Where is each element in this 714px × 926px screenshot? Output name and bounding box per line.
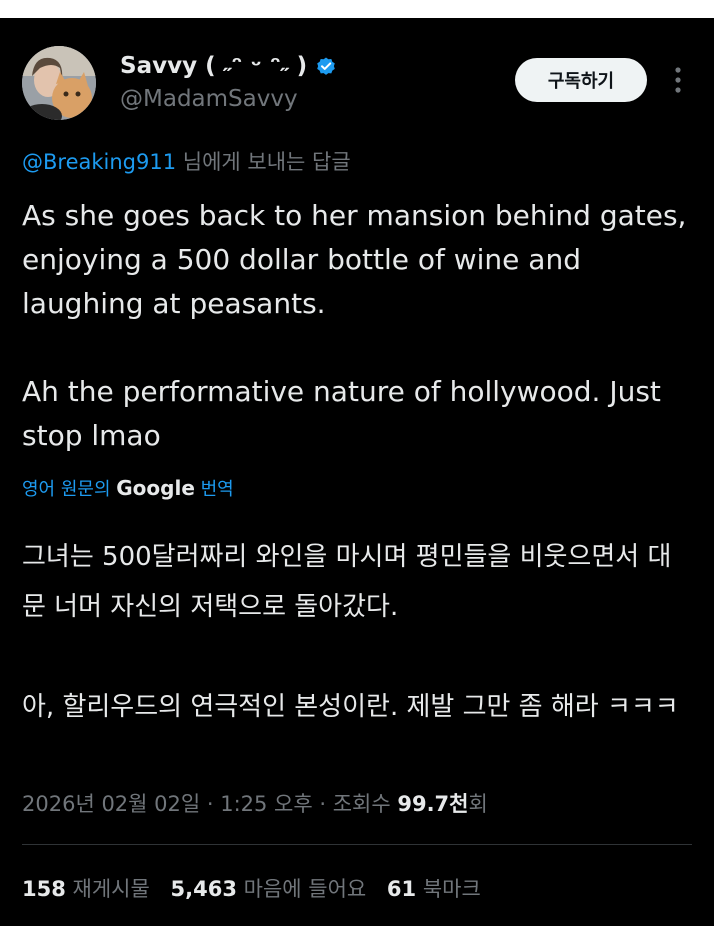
bookmarks-label: 북마크 [422, 877, 481, 901]
likes-stat[interactable]: 5,463 마음에 들어요 [171, 877, 367, 901]
subscribe-button[interactable]: 구독하기 [515, 58, 647, 102]
more-options-icon[interactable] [668, 62, 688, 98]
translated-text: 그녀는 500달러짜리 와인을 마시며 평민들을 비웃으면서 대문 너머 자신의… [22, 542, 679, 722]
divider [22, 844, 692, 845]
translation-attribution[interactable]: 영어 원문의 Google 번역 [22, 475, 234, 501]
translation-suffix: 번역 [194, 479, 234, 500]
replying-to-line: @Breaking911 님에게 보내는 답글 [22, 146, 351, 176]
likes-count: 5,463 [170, 877, 237, 901]
view-count-suffix: 회 [468, 792, 488, 816]
view-count: 99.7천 [397, 792, 469, 816]
google-logo-text: Google [116, 476, 195, 500]
tweet-detail-view: Savvy ( ˶ᵔ ᵕ ᵔ˶ ) @MadamSavvy 구독하기 @Brea… [0, 18, 714, 926]
likes-label: 마음에 들어요 [243, 877, 367, 901]
reposts-stat[interactable]: 158 재게시물 [22, 877, 150, 901]
bookmarks-stat[interactable]: 61 북마크 [387, 877, 481, 901]
reply-mention-link[interactable]: @Breaking911 [22, 150, 176, 174]
reply-suffix: 님에게 보내는 답글 [176, 150, 351, 174]
author-name-row[interactable]: Savvy ( ˶ᵔ ᵕ ᵔ˶ ) [120, 52, 337, 79]
bookmarks-count: 61 [386, 877, 417, 901]
timestamp[interactable]: 2026년 02월 02일 · 1:25 오후 · 조회수 [22, 792, 397, 816]
avatar-image [22, 46, 96, 120]
avatar[interactable] [22, 46, 96, 120]
tweet-meta: 2026년 02월 02일 · 1:25 오후 · 조회수 99.7천회 [22, 788, 488, 818]
author-display-name[interactable]: Savvy ( ˶ᵔ ᵕ ᵔ˶ ) [120, 52, 307, 79]
reposts-count: 158 [22, 877, 66, 901]
reposts-label: 재게시물 [72, 877, 150, 901]
engagement-stats: 158 재게시물 5,463 마음에 들어요 61 북마크 [22, 873, 495, 903]
translation-prefix: 영어 원문의 [22, 479, 117, 500]
author-handle[interactable]: @MadamSavvy [120, 86, 298, 112]
tweet-text: As she goes back to her mansion behind g… [22, 199, 687, 452]
verified-badge-icon [317, 56, 335, 75]
